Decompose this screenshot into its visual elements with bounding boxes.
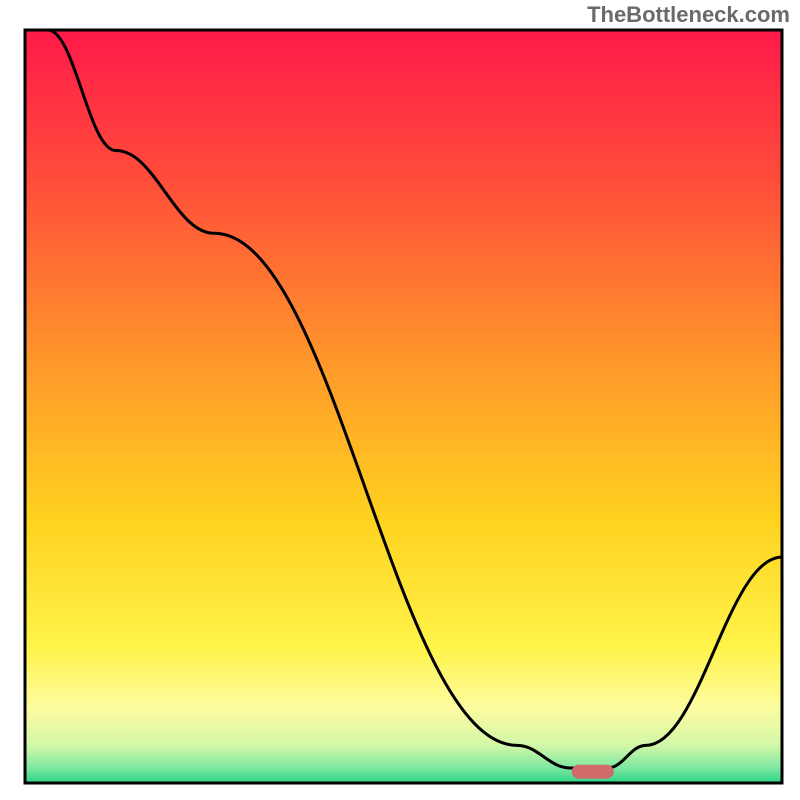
bottleneck-chart	[0, 0, 800, 800]
watermark-text: TheBottleneck.com	[587, 2, 790, 28]
chart-container: TheBottleneck.com	[0, 0, 800, 800]
